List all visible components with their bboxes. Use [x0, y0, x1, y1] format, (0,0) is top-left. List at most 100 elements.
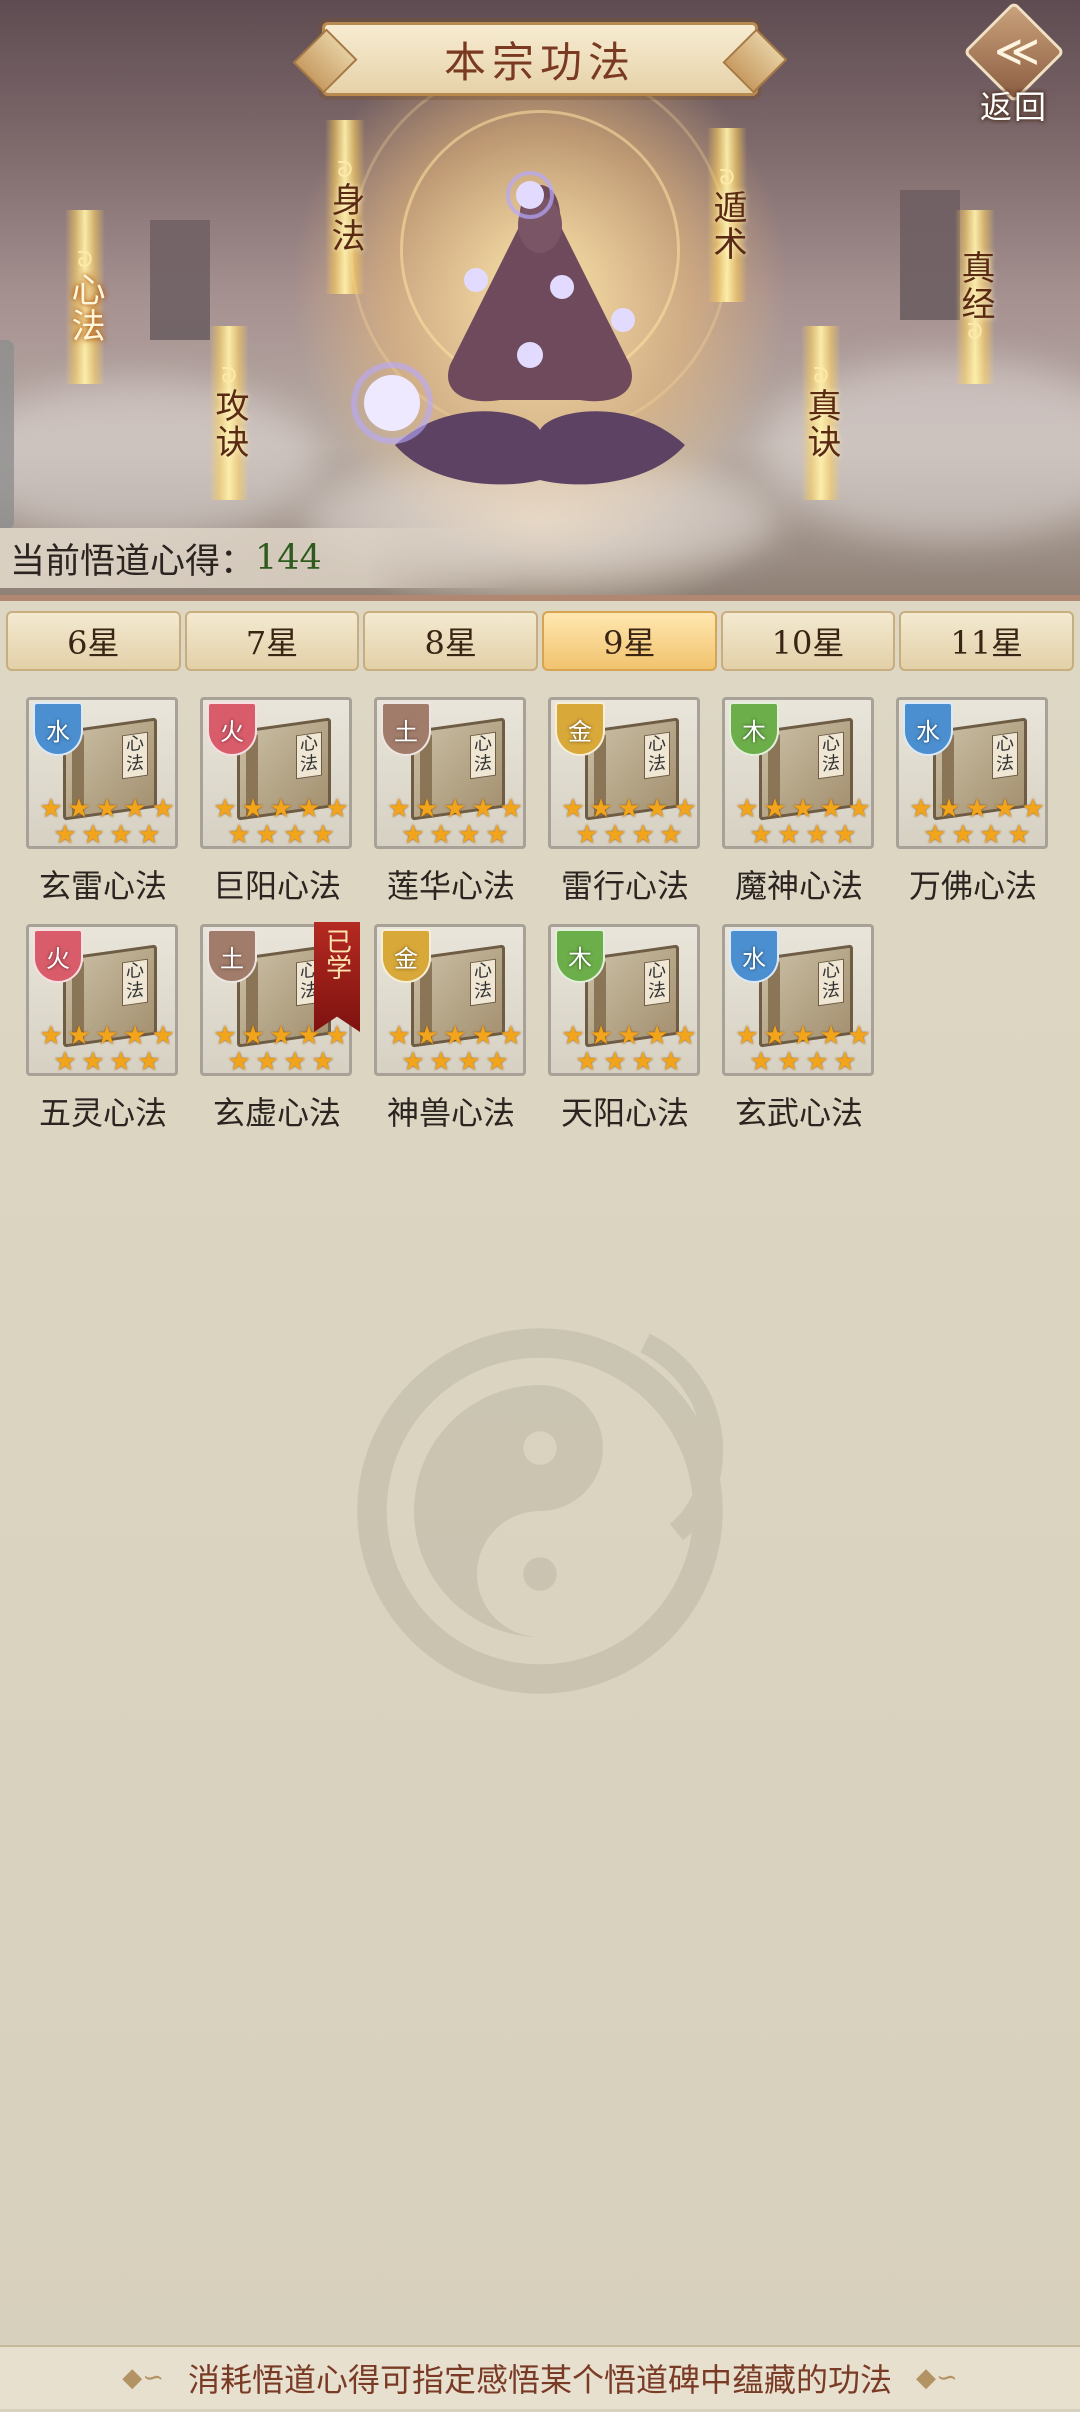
pillar-label: 真诀: [801, 388, 841, 460]
tab-star-1[interactable]: 7星: [184, 611, 360, 671]
star-icon: ★: [499, 794, 523, 824]
back-arrow-icon: ≪: [994, 26, 1041, 77]
star-icon: ★: [415, 794, 439, 824]
star-icon: ★: [937, 794, 961, 824]
star-icon: ★: [325, 794, 349, 824]
star-icon: ★: [617, 1021, 641, 1051]
element-badge: 木: [555, 929, 605, 983]
pillar-dunshu[interactable]: ᘐ 遁术: [700, 128, 754, 302]
star-icon: ★: [673, 794, 697, 824]
star-icon: ★: [1021, 794, 1045, 824]
scroll-ornament-icon: ᘐ: [719, 166, 735, 191]
star-icon: ★: [151, 794, 175, 824]
star-icon: ★: [429, 820, 453, 849]
book-label: 心法: [470, 731, 496, 780]
star-icon: ★: [429, 1047, 453, 1076]
scroll-ornament-icon: ᘐ: [337, 158, 353, 183]
element-badge: 水: [729, 929, 779, 983]
star-icon: ★: [297, 794, 321, 824]
star-icon: ★: [255, 1047, 279, 1076]
star-icon: ★: [589, 794, 613, 824]
element-badge: 土: [381, 702, 431, 756]
star-icon: ★: [137, 1047, 161, 1076]
star-icon: ★: [645, 794, 669, 824]
star-icon: ★: [311, 1047, 335, 1076]
element-badge: 木: [729, 702, 779, 756]
star-icon: ★: [965, 794, 989, 824]
star-icon: ★: [763, 794, 787, 824]
pillar-label: 身法: [325, 182, 365, 254]
star-icon: ★: [923, 820, 947, 849]
book-label: 心法: [122, 731, 148, 780]
book-label: 心法: [122, 958, 148, 1007]
title-plate: 本宗功法: [322, 22, 758, 96]
star-icon: ★: [631, 1047, 655, 1076]
star-icon: ★: [109, 1047, 133, 1076]
star-icon: ★: [53, 820, 77, 849]
pillar-zhenjing[interactable]: 真经 ᘐ: [948, 210, 1002, 384]
insight-value: 144: [255, 538, 322, 578]
star-icon: ★: [39, 794, 63, 824]
star-icon: ★: [659, 820, 683, 849]
star-icon: ★: [241, 794, 265, 824]
element-badge: 金: [381, 929, 431, 983]
element-badge: 土: [207, 929, 257, 983]
star-icon: ★: [443, 1021, 467, 1051]
technique-icon: 火心法 ★ ★ ★ ★ ★ ★ ★ ★ ★: [26, 924, 178, 1076]
star-icon: ★: [81, 820, 105, 849]
insight-label: 当前悟道心得：: [10, 541, 256, 582]
star-icon: ★: [909, 794, 933, 824]
page-title: 本宗功法: [443, 37, 636, 87]
star-icon: ★: [805, 820, 829, 849]
technique-panel: 6星 7星 8星 9星 10星 11星 水心法 ★ ★ ★ ★ ★ ★ ★ ★ ★ 玄雷心法火心法 ★ ★ ★ ★ ★ ★…: [0, 595, 1080, 2412]
star-icon: ★: [777, 820, 801, 849]
book-label: 心法: [644, 958, 670, 1007]
star-icon: ★: [109, 820, 133, 849]
footer-hint: ◆∽ 消耗悟道心得可指定感悟某个悟道碑中蕴藏的功法 ◆∽: [0, 2345, 1080, 2409]
star-icon: ★: [227, 820, 251, 849]
star-rating: ★ ★ ★ ★ ★ ★ ★ ★ ★: [559, 1021, 697, 1076]
star-icon: ★: [833, 1047, 857, 1076]
star-icon: ★: [151, 1021, 175, 1051]
pillar-shenfa[interactable]: ᘐ 身法: [318, 120, 372, 294]
book-label: 心法: [818, 958, 844, 1007]
star-icon: ★: [645, 1021, 669, 1051]
pillar-label: 真经: [955, 250, 995, 322]
pillar-xinfa[interactable]: ᘐ 心法: [58, 210, 112, 384]
star-icon: ★: [603, 820, 627, 849]
star-rating: ★ ★ ★ ★ ★ ★ ★ ★ ★: [733, 794, 871, 849]
pillar-gongjue[interactable]: ᘐ 攻诀: [202, 326, 256, 500]
star-icon: ★: [39, 1021, 63, 1051]
star-icon: ★: [749, 820, 773, 849]
star-icon: ★: [67, 1021, 91, 1051]
book-label: 心法: [644, 731, 670, 780]
technique-name: 魔神心法: [734, 867, 863, 905]
star-icon: ★: [137, 820, 161, 849]
star-icon: ★: [401, 1047, 425, 1076]
star-icon: ★: [833, 820, 857, 849]
back-button[interactable]: ≪ 返回: [960, 1, 1072, 126]
star-icon: ★: [749, 1047, 773, 1076]
side-drawer-handle[interactable]: [0, 340, 14, 530]
technique-icon: 木心法 ★ ★ ★ ★ ★ ★ ★ ★ ★: [722, 697, 874, 849]
pillar-zhenjue[interactable]: ᘐ 真诀: [794, 326, 848, 500]
star-icon: ★: [979, 820, 1003, 849]
book-label: 心法: [296, 731, 322, 780]
cloud: [0, 380, 320, 540]
tab-star-5[interactable]: 11星: [899, 611, 1075, 671]
tab-star-3[interactable]: 9星: [542, 611, 717, 671]
star-rating: ★ ★ ★ ★ ★ ★ ★ ★ ★: [385, 794, 523, 849]
star-icon: ★: [227, 1047, 251, 1076]
tab-star-4[interactable]: 10星: [720, 611, 896, 671]
star-icon: ★: [67, 794, 91, 824]
star-icon: ★: [81, 1047, 105, 1076]
star-icon: ★: [561, 794, 585, 824]
tab-star-0[interactable]: 6星: [6, 611, 181, 671]
tab-star-2[interactable]: 8星: [363, 611, 539, 671]
star-icon: ★: [735, 794, 759, 824]
star-icon: ★: [1007, 820, 1031, 849]
element-badge: 金: [555, 702, 605, 756]
element-badge: 水: [903, 702, 953, 756]
element-badge: 火: [207, 702, 257, 756]
ornament-left-icon: ◆∽: [122, 2363, 164, 2393]
